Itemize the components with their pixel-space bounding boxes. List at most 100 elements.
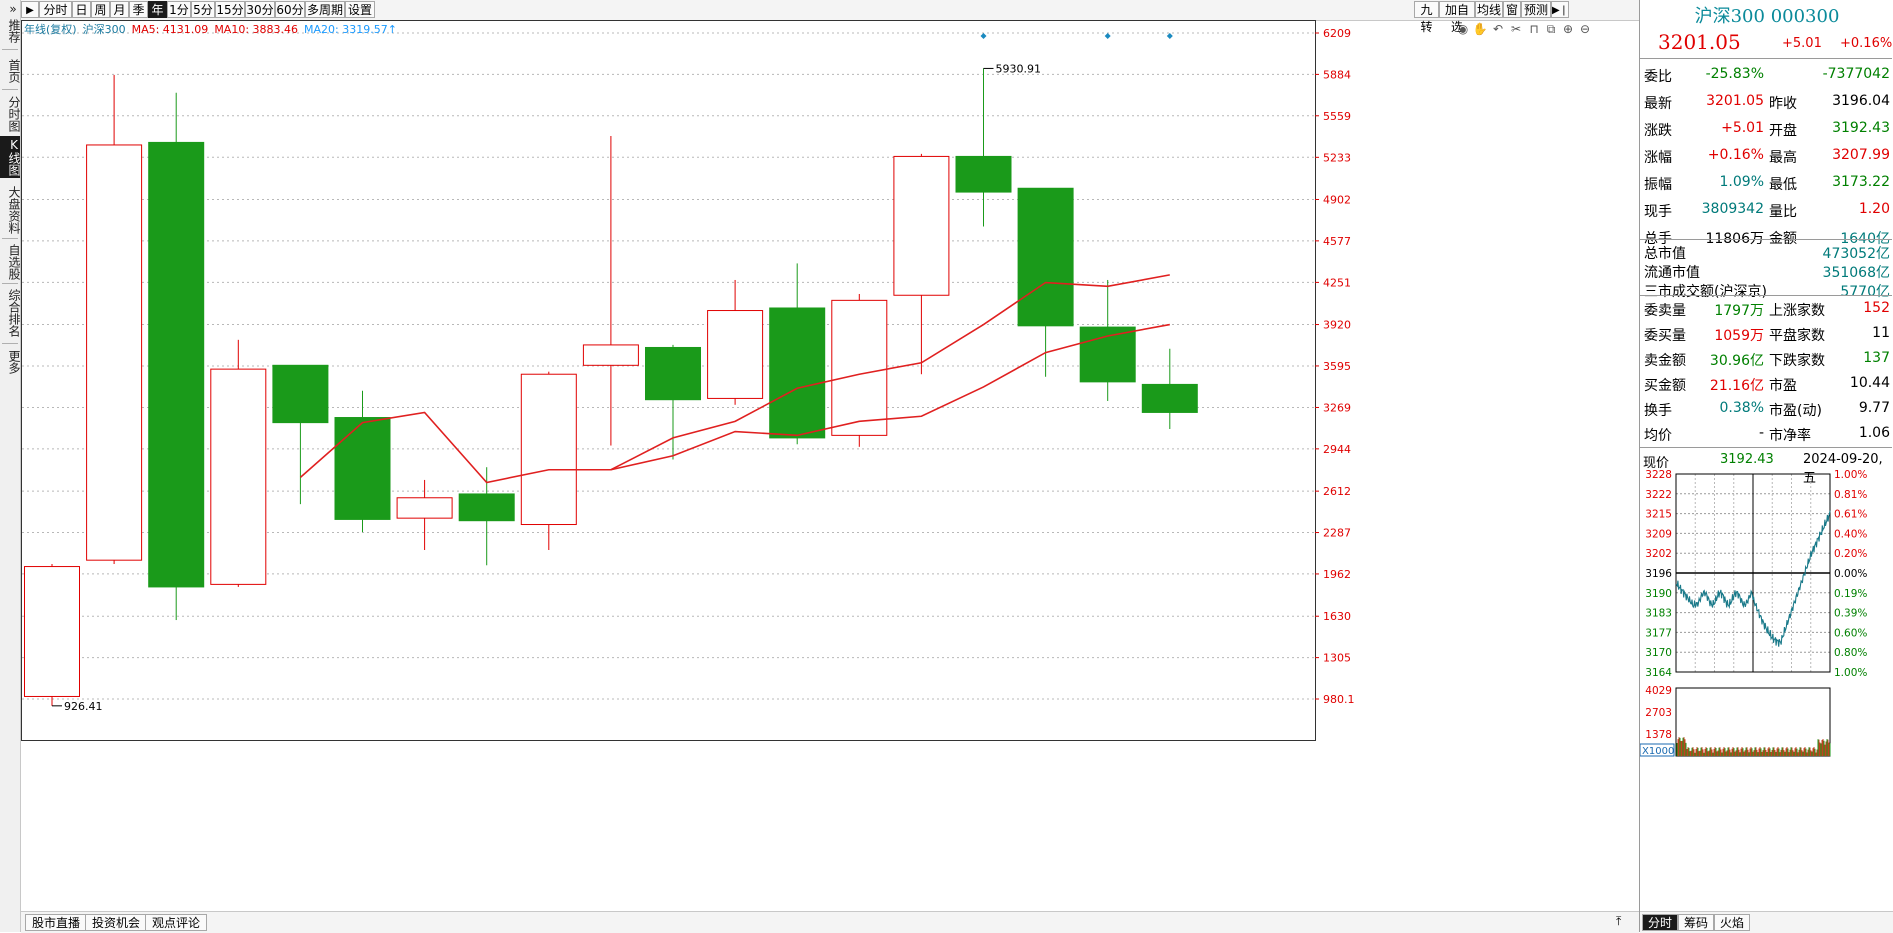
market-value: 351068亿 bbox=[1822, 265, 1890, 281]
quote-row: 换手 0.38% 市盈(动) 9.77 bbox=[1642, 400, 1892, 420]
quote-value-2: 1.20 bbox=[1858, 201, 1890, 217]
quote-label: 委比 bbox=[1644, 69, 1672, 85]
market-label: 流通市值 bbox=[1644, 265, 1700, 281]
mini-right-tick: 0.40% bbox=[1834, 528, 1867, 540]
sidebar-item-timeshare[interactable]: 分时图 bbox=[0, 94, 21, 134]
sidebar-item-kline[interactable]: K线图 bbox=[0, 136, 21, 178]
mini-timeshare-chart[interactable]: 3228 1.00% 3222 0.81% 3215 0.61% 3209 0.40% 3202… bbox=[1640, 468, 1893, 911]
quote-label-2: 上涨家数 bbox=[1769, 303, 1825, 319]
ma-button[interactable]: 均线 bbox=[1475, 1, 1503, 18]
market-value: 5770亿 bbox=[1840, 284, 1890, 300]
market-value: 473052亿 bbox=[1822, 246, 1890, 262]
sidebar-item-recommend[interactable]: 推荐 bbox=[0, 18, 21, 44]
mini-left-tick: 3170 bbox=[1645, 647, 1672, 659]
quote-row: 均价 - 市净率 1.06 bbox=[1642, 425, 1892, 445]
sidebar-item-home[interactable]: 首页 bbox=[0, 58, 21, 84]
undo-icon[interactable]: ↶ bbox=[1490, 21, 1506, 37]
zoom-in-icon[interactable]: ⊕ bbox=[1560, 21, 1576, 37]
settings-button[interactable]: 设置 bbox=[345, 1, 375, 18]
period-tab-60min[interactable]: 60分 bbox=[275, 1, 305, 18]
tab-live[interactable]: 股市直播 bbox=[25, 914, 88, 931]
candle-body bbox=[24, 566, 80, 697]
kline-chart[interactable]: 980.1 1305 1630 1962 2287 2612 2944 3269 3595 392… bbox=[21, 20, 1587, 895]
kline-chart-area[interactable]: 980.1 1305 1630 1962 2287 2612 2944 3269 3595 392… bbox=[21, 20, 1587, 895]
period-tab-season[interactable]: 季 bbox=[129, 1, 148, 18]
y-tick-label: 1630 bbox=[1323, 610, 1351, 623]
top-toolbar: ▶ 分时 日 周 月 季 年 1分 5分 15分 30分 60分 多周期 设置 … bbox=[21, 0, 1639, 34]
tab-comments[interactable]: 观点评论 bbox=[145, 914, 208, 931]
scissor-icon[interactable]: ✂ bbox=[1508, 21, 1524, 37]
period-tab-month[interactable]: 月 bbox=[110, 1, 129, 18]
mini-right-tick: 0.60% bbox=[1834, 627, 1867, 639]
eye-icon[interactable]: ◉ bbox=[1455, 21, 1471, 37]
mini-left-tick: 3222 bbox=[1645, 489, 1672, 501]
mini-bottom-bar: 分时 筹码 火焰 bbox=[1640, 911, 1893, 933]
quote-label: 涨幅 bbox=[1644, 150, 1672, 166]
sidebar-item-more[interactable]: 更多 bbox=[0, 348, 21, 376]
add-watchlist-button[interactable]: 加自选 bbox=[1439, 1, 1475, 34]
candle-body bbox=[86, 144, 143, 561]
candle-body bbox=[334, 417, 391, 520]
candle-body bbox=[1141, 383, 1198, 413]
sidebar-item-watchlist[interactable]: 自选股 bbox=[0, 242, 21, 282]
candle-body bbox=[955, 155, 1012, 193]
mini-vol-tick: 2703 bbox=[1645, 707, 1672, 719]
quote-row: 涨幅 +0.16% 最高 3207.99 bbox=[1642, 147, 1892, 167]
y-tick-label: 4251 bbox=[1323, 276, 1351, 289]
stock-code: 000300 bbox=[1770, 6, 1840, 27]
copy-icon[interactable]: ⧉ bbox=[1543, 21, 1559, 37]
sidebar-item-market-info[interactable]: 大盘资料 bbox=[0, 183, 21, 237]
mini-right-tick: 0.81% bbox=[1834, 489, 1867, 501]
zoom-out-icon[interactable]: ⊖ bbox=[1577, 21, 1593, 37]
hand-icon[interactable]: ✋ bbox=[1472, 21, 1488, 37]
window-button[interactable]: 窗 bbox=[1503, 1, 1521, 18]
period-tab-multi[interactable]: 多周期 bbox=[305, 1, 345, 18]
mini-tab-timeshare[interactable]: 分时 bbox=[1642, 914, 1679, 931]
quote-row: 委比 -25.83% -7377042 bbox=[1642, 66, 1892, 86]
quote-label: 振幅 bbox=[1644, 177, 1672, 193]
candle-body bbox=[210, 368, 267, 585]
mini-tab-chips[interactable]: 筹码 bbox=[1678, 914, 1715, 931]
quote-label-2: 昨收 bbox=[1769, 96, 1797, 112]
candle-body bbox=[1017, 187, 1074, 327]
mini-right-tick: 0.19% bbox=[1834, 588, 1867, 600]
period-tab-15min[interactable]: 15分 bbox=[215, 1, 245, 18]
pin-top-icon[interactable]: ⤒ bbox=[1616, 914, 1621, 929]
toolbar-nav-icon[interactable]: ▶ bbox=[21, 1, 39, 18]
quote-label-2: 平盘家数 bbox=[1769, 328, 1825, 344]
y-tick-label: 6209 bbox=[1323, 27, 1351, 40]
lock-icon[interactable]: ⊓ bbox=[1526, 21, 1542, 37]
period-tab-day[interactable]: 日 bbox=[72, 1, 91, 18]
quote-row: 委买量 1059万 平盘家数 11 bbox=[1642, 325, 1892, 345]
mini-tab-flame[interactable]: 火焰 bbox=[1714, 914, 1751, 931]
toolbar-end-icon[interactable]: ▶❘ bbox=[1551, 1, 1569, 18]
forecast-button[interactable]: 预测 bbox=[1521, 1, 1551, 18]
period-tab-5min[interactable]: 5分 bbox=[191, 1, 215, 18]
quote-label: 均价 bbox=[1644, 428, 1672, 444]
quote-value: - bbox=[1758, 425, 1764, 441]
sidebar-item-ranking[interactable]: 综合排名 bbox=[0, 286, 21, 340]
quote-value-2: 9.77 bbox=[1858, 400, 1890, 416]
quote-value: 1797万 bbox=[1714, 303, 1764, 319]
quote-value-2: 11 bbox=[1872, 325, 1890, 341]
mini-right-tick: 0.00% bbox=[1834, 568, 1867, 580]
period-tab-week[interactable]: 周 bbox=[91, 1, 110, 18]
period-tab-timeshare[interactable]: 分时 bbox=[39, 1, 72, 18]
period-tab-1min[interactable]: 1分 bbox=[167, 1, 191, 18]
quote-label: 买金额 bbox=[1644, 378, 1686, 394]
y-tick-label: 2612 bbox=[1323, 485, 1351, 498]
period-tab-year[interactable]: 年 bbox=[148, 1, 167, 18]
current-price: 3201.05 bbox=[1658, 30, 1741, 54]
candle-body bbox=[707, 310, 764, 399]
quote-value: 3201.05 bbox=[1706, 93, 1764, 109]
sidebar-expand-icon[interactable]: » bbox=[0, 2, 20, 16]
y-tick-label: 1962 bbox=[1323, 568, 1351, 581]
period-tab-30min[interactable]: 30分 bbox=[245, 1, 275, 18]
y-tick-label: 1305 bbox=[1323, 652, 1351, 665]
tab-opportunity[interactable]: 投资机会 bbox=[85, 914, 148, 931]
quote-row: 振幅 1.09% 最低 3173.22 bbox=[1642, 174, 1892, 194]
signal-diamond bbox=[980, 33, 987, 39]
nine-turn-button[interactable]: 九转 bbox=[1414, 1, 1439, 34]
bottom-bar: 股市直播 投资机会 观点评论 ⤒ bbox=[21, 911, 1639, 933]
stock-name: 沪深300 bbox=[1694, 6, 1765, 27]
